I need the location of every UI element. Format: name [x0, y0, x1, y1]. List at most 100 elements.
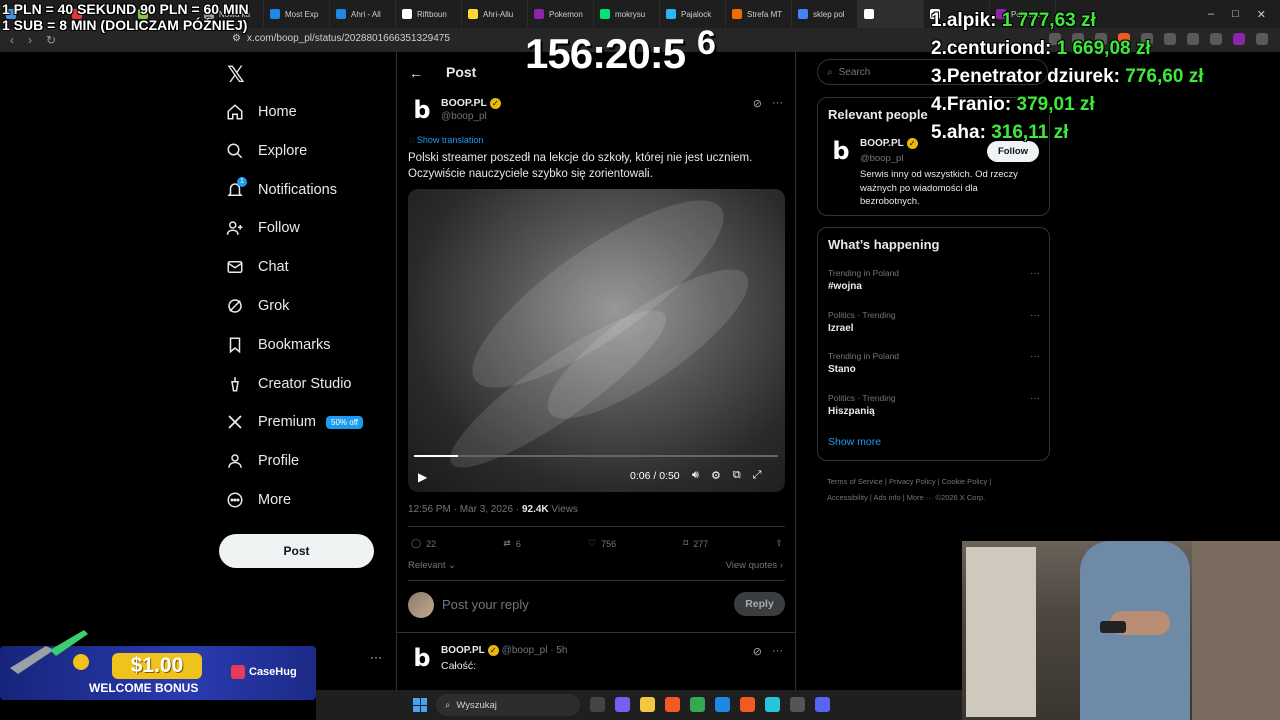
- extension-icon[interactable]: [1210, 33, 1222, 45]
- brave-icon[interactable]: [740, 697, 755, 712]
- volume-icon[interactable]: 🔊︎: [692, 469, 699, 482]
- windows-start-icon[interactable]: [413, 698, 427, 712]
- browser-tab[interactable]: sklep pol: [792, 0, 858, 28]
- trend-item[interactable]: Politics · Trending Hiszpanią ···: [828, 393, 1040, 417]
- taskview-icon[interactable]: [590, 697, 605, 712]
- folder-icon[interactable]: [640, 697, 655, 712]
- person-handle[interactable]: @boop_pl: [860, 153, 903, 164]
- nav-item-grok[interactable]: Grok: [226, 294, 289, 318]
- reply-input[interactable]: Post your reply: [442, 597, 529, 612]
- brave-icon[interactable]: [665, 697, 680, 712]
- browser-tab[interactable]: Riftboun: [396, 0, 462, 28]
- nav-item-home[interactable]: Home: [226, 100, 297, 124]
- extension-icon[interactable]: [1233, 33, 1245, 45]
- post-button[interactable]: Post: [219, 534, 374, 568]
- close-button[interactable]: ✕: [1257, 8, 1266, 21]
- taskbar-search[interactable]: ⌕ Wyszukaj: [436, 694, 580, 716]
- browser-tab[interactable]: Ahri-Allu: [462, 0, 528, 28]
- app-icon[interactable]: [765, 697, 780, 712]
- nav-item-chat[interactable]: Chat: [226, 255, 289, 279]
- browser-tab[interactable]: [858, 0, 924, 28]
- fullscreen-icon[interactable]: ⤢: [753, 469, 762, 482]
- bookmark-action[interactable]: ⌑ 277: [683, 538, 708, 549]
- reply-sort-dropdown[interactable]: Relevant ⌄: [408, 560, 456, 571]
- reply-button[interactable]: Reply: [734, 592, 785, 616]
- person-name[interactable]: BOOP.PL ✓: [860, 138, 918, 149]
- minimize-button[interactable]: –: [1208, 8, 1214, 21]
- menu-icon[interactable]: [1256, 33, 1268, 45]
- share-icon[interactable]: ⇪: [775, 538, 783, 549]
- video-progress-bar[interactable]: [414, 455, 778, 457]
- grok-icon[interactable]: ⊘: [753, 645, 762, 658]
- reply-action[interactable]: ◯ 22: [411, 538, 436, 549]
- site-info-icon[interactable]: ⚙: [232, 33, 241, 44]
- reload-icon[interactable]: ↻: [46, 33, 56, 47]
- post-header-actions: ⊘ ···: [753, 97, 783, 110]
- show-translation-link[interactable]: ◌ Show translation: [409, 135, 483, 145]
- chrome-icon[interactable]: [690, 697, 705, 712]
- author-handle[interactable]: @boop_pl: [441, 111, 487, 122]
- nav-item-notifications[interactable]: 1 Notifications: [226, 176, 337, 202]
- browser-tab[interactable]: Pokemon: [528, 0, 594, 28]
- nav-item-creator-studio[interactable]: Creator Studio: [226, 372, 352, 396]
- trend-item[interactable]: Trending in Poland Stano ···: [828, 351, 1040, 375]
- play-icon[interactable]: ▶: [418, 470, 427, 484]
- grok-icon[interactable]: ⊘: [753, 97, 762, 110]
- browser-tab[interactable]: Pajalock: [660, 0, 726, 28]
- donor-rank: 3.: [931, 66, 947, 87]
- view-quotes-link[interactable]: View quotes ›: [726, 560, 783, 571]
- post-timestamp[interactable]: 12:56 PM · Mar 3, 2026 ·: [408, 504, 522, 515]
- donor-name: Penetrator dziurek:: [946, 66, 1121, 87]
- nav-item-more[interactable]: More: [226, 488, 291, 512]
- tab-label: Pokemon: [549, 9, 583, 19]
- trend-more-icon[interactable]: ···: [1030, 268, 1040, 279]
- trend-item[interactable]: Trending in Poland #wojna ···: [828, 268, 1040, 292]
- browser-tab[interactable]: Most Exp: [264, 0, 330, 28]
- browser-tab[interactable]: Strefa MT: [726, 0, 792, 28]
- back-arrow-icon[interactable]: ←: [409, 65, 423, 81]
- user-avatar[interactable]: [408, 592, 434, 618]
- reply-author-avatar[interactable]: b: [409, 644, 435, 672]
- footer-line[interactable]: Accessibility | Ads info | More ··· ©202…: [827, 490, 1047, 506]
- maximize-button[interactable]: □: [1232, 8, 1239, 21]
- more-options-icon[interactable]: ···: [772, 645, 783, 658]
- nav-item-explore[interactable]: Explore: [226, 139, 307, 163]
- nav-item-follow[interactable]: Follow: [226, 216, 300, 240]
- promo-brand: CaseHug: [231, 665, 297, 679]
- repost-count: 6: [515, 538, 521, 549]
- settings-icon[interactable]: ⚙: [711, 469, 721, 482]
- nav-item-label: Notifications: [258, 181, 337, 198]
- back-icon[interactable]: ‹: [10, 33, 14, 47]
- repost-action[interactable]: ⇄ 6: [503, 538, 521, 549]
- forward-icon[interactable]: ›: [28, 33, 32, 47]
- trend-more-icon[interactable]: ···: [1030, 310, 1040, 321]
- show-more-link[interactable]: Show more: [828, 436, 881, 448]
- author-name[interactable]: BOOP.PL ✓: [441, 97, 501, 109]
- author-avatar[interactable]: b: [409, 96, 435, 124]
- trend-more-icon[interactable]: ···: [1030, 351, 1040, 362]
- trend-more-icon[interactable]: ···: [1030, 393, 1040, 404]
- nav-item-premium[interactable]: Premium 50% off: [226, 410, 363, 434]
- more-options-icon[interactable]: ···: [772, 97, 783, 110]
- mail-icon: [226, 258, 244, 276]
- copilot-icon[interactable]: [615, 697, 630, 712]
- nav-item-bookmarks[interactable]: Bookmarks: [226, 333, 331, 357]
- trend-item[interactable]: Politics · Trending Izrael ···: [828, 310, 1040, 334]
- nav-item-profile[interactable]: Profile: [226, 449, 299, 473]
- like-action[interactable]: ♡ 756: [588, 538, 616, 549]
- browser-tab[interactable]: Ahri - All: [330, 0, 396, 28]
- rules-line: 1 PLN = 40 SEKUND 90 PLN = 60 MIN: [2, 1, 249, 17]
- footer-line[interactable]: Terms of Service | Privacy Policy | Cook…: [827, 474, 1047, 490]
- x-logo-icon[interactable]: 𝕏: [227, 62, 245, 88]
- person-avatar[interactable]: b: [828, 137, 854, 165]
- browser-tab[interactable]: mokrysu: [594, 0, 660, 28]
- account-more-icon[interactable]: ···: [370, 650, 382, 664]
- url-field[interactable]: ⚙ x.com/boop_pl/status/20288016663513294…: [232, 33, 450, 44]
- video-player[interactable]: ▶ 0:06 / 0:50 🔊︎ ⚙ ⧉ ⤢: [408, 189, 785, 492]
- reply-author[interactable]: BOOP.PL ✓ @boop_pl · 5h: [441, 645, 567, 656]
- pip-icon[interactable]: ⧉: [733, 469, 741, 482]
- webcam-background: [966, 547, 1036, 717]
- obs-icon[interactable]: [790, 697, 805, 712]
- store-icon[interactable]: [715, 697, 730, 712]
- discord-icon[interactable]: [815, 697, 830, 712]
